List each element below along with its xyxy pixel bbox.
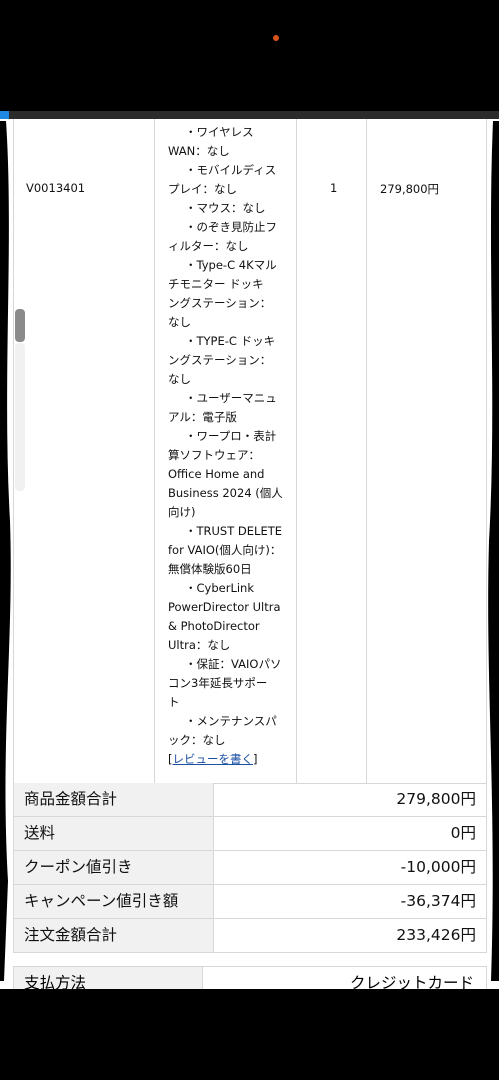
summary-value: -10,000円 — [400, 858, 476, 876]
spec-line: ・のぞき見防止フ — [185, 220, 277, 234]
summary-value: 0円 — [450, 824, 476, 842]
spec-line: ック：なし — [168, 733, 226, 747]
payment-method-label: 支払方法 — [14, 967, 202, 989]
cell-divider — [213, 851, 214, 884]
column-divider — [154, 119, 155, 783]
spec-line: チモニター ドッキ — [168, 277, 264, 291]
summary-label: 商品金額合計 — [14, 783, 213, 816]
summary-value: 233,426円 — [396, 926, 476, 944]
spec-line: ト — [168, 695, 180, 709]
spec-line: アル：電子版 — [168, 410, 237, 424]
front-camera-icon — [273, 35, 279, 41]
payment-method-row: 支払方法 クレジットカード — [13, 966, 487, 989]
spec-line: for VAIO(個人向け)： — [168, 543, 282, 557]
spec-line: ングステーション： — [168, 296, 272, 310]
cell-divider — [202, 967, 203, 989]
spec-line: ・メンテナンスパ — [185, 714, 277, 728]
spec-line: ・Type-C 4Kマル — [185, 258, 277, 272]
spec-line: なし — [168, 315, 191, 329]
spec-line: ・CyberLink — [185, 581, 254, 595]
cell-divider — [213, 817, 214, 850]
order-detail-page: V0013401 ・ワイヤレス WAN：なし・モバイルディスプレイ：なし・マウス：… — [0, 111, 499, 989]
screen-edge-right — [488, 121, 499, 981]
item-quantity: 1 — [330, 181, 338, 195]
spec-line: ・ワープロ・表計 — [185, 429, 277, 443]
spec-line: WAN：なし — [168, 144, 230, 158]
spec-line: 向け) — [168, 505, 196, 519]
spec-line: ・マウス：なし — [185, 201, 266, 215]
summary-label: キャンペーン値引き額 — [14, 885, 213, 918]
summary-row: クーポン値引き -10,000円 — [14, 851, 486, 885]
spec-line: 無償体験版60日 — [168, 562, 252, 576]
summary-label: 注文金額合計 — [14, 919, 213, 952]
summary-label: 送料 — [14, 817, 213, 850]
column-divider — [366, 119, 367, 783]
spec-line: & PhotoDirector — [168, 619, 260, 633]
scrollbar-thumb[interactable] — [15, 309, 25, 342]
spec-line: ・TYPE-C ドッキ — [185, 334, 276, 348]
summary-value: 279,800円 — [396, 790, 476, 808]
cell-divider — [213, 919, 214, 952]
spec-line: Office Home and — [168, 467, 265, 481]
summary-row: キャンペーン値引き額 -36,374円 — [14, 885, 486, 919]
spec-line: Ultra：なし — [168, 638, 231, 652]
spec-line: ・モバイルディス — [185, 163, 277, 177]
spec-line: ・TRUST DELETE — [185, 524, 282, 538]
spec-line: ・保証：VAIOパソ — [185, 657, 282, 671]
write-review-link[interactable]: レビューを書く — [173, 752, 254, 766]
spec-line: ・ワイヤレス — [185, 125, 254, 139]
spec-line: 算ソフトウェア： — [168, 448, 260, 462]
summary-row: 商品金額合計 279,800円 — [14, 783, 486, 817]
browser-top-bar — [0, 111, 499, 119]
spec-line: ングステーション： — [168, 353, 272, 367]
summary-row: 注文金額合計 233,426円 — [14, 919, 486, 953]
screen-edge-left — [0, 121, 11, 981]
review-link-line: [レビューを書く] — [168, 750, 286, 769]
payment-method-value: クレジットカード — [349, 974, 474, 989]
cell-divider — [213, 783, 214, 816]
item-price: 279,800円 — [380, 182, 440, 196]
summary-row: 送料 0円 — [14, 817, 486, 851]
spec-line: Business 2024 (個人 — [168, 486, 283, 500]
order-summary-table: 商品金額合計 279,800円送料 0円クーポン値引き -10,000円キャンペーン値… — [13, 783, 487, 953]
top-bar-accent — [0, 111, 9, 119]
review-bracket-close: ] — [253, 752, 258, 766]
spec-line: コン3年延長サポー — [168, 676, 268, 690]
summary-label: クーポン値引き — [14, 851, 213, 884]
column-divider — [296, 119, 297, 783]
spec-line: プレイ：なし — [168, 182, 237, 196]
item-code: V0013401 — [26, 181, 86, 195]
order-item-table: V0013401 ・ワイヤレス WAN：なし・モバイルディスプレイ：なし・マウス：… — [13, 119, 487, 784]
scrollbar-track[interactable] — [15, 343, 25, 491]
spec-line: PowerDirector Ultra — [168, 600, 281, 614]
summary-value: -36,374円 — [400, 892, 476, 910]
cell-divider — [213, 885, 214, 918]
spec-line: なし — [168, 372, 191, 386]
spec-line: ィルター：なし — [168, 239, 249, 253]
spec-line: ・ユーザーマニュ — [185, 391, 277, 405]
item-spec-list: ・ワイヤレス WAN：なし・モバイルディスプレイ：なし・マウス：なし ・のぞき見防止… — [168, 123, 286, 769]
